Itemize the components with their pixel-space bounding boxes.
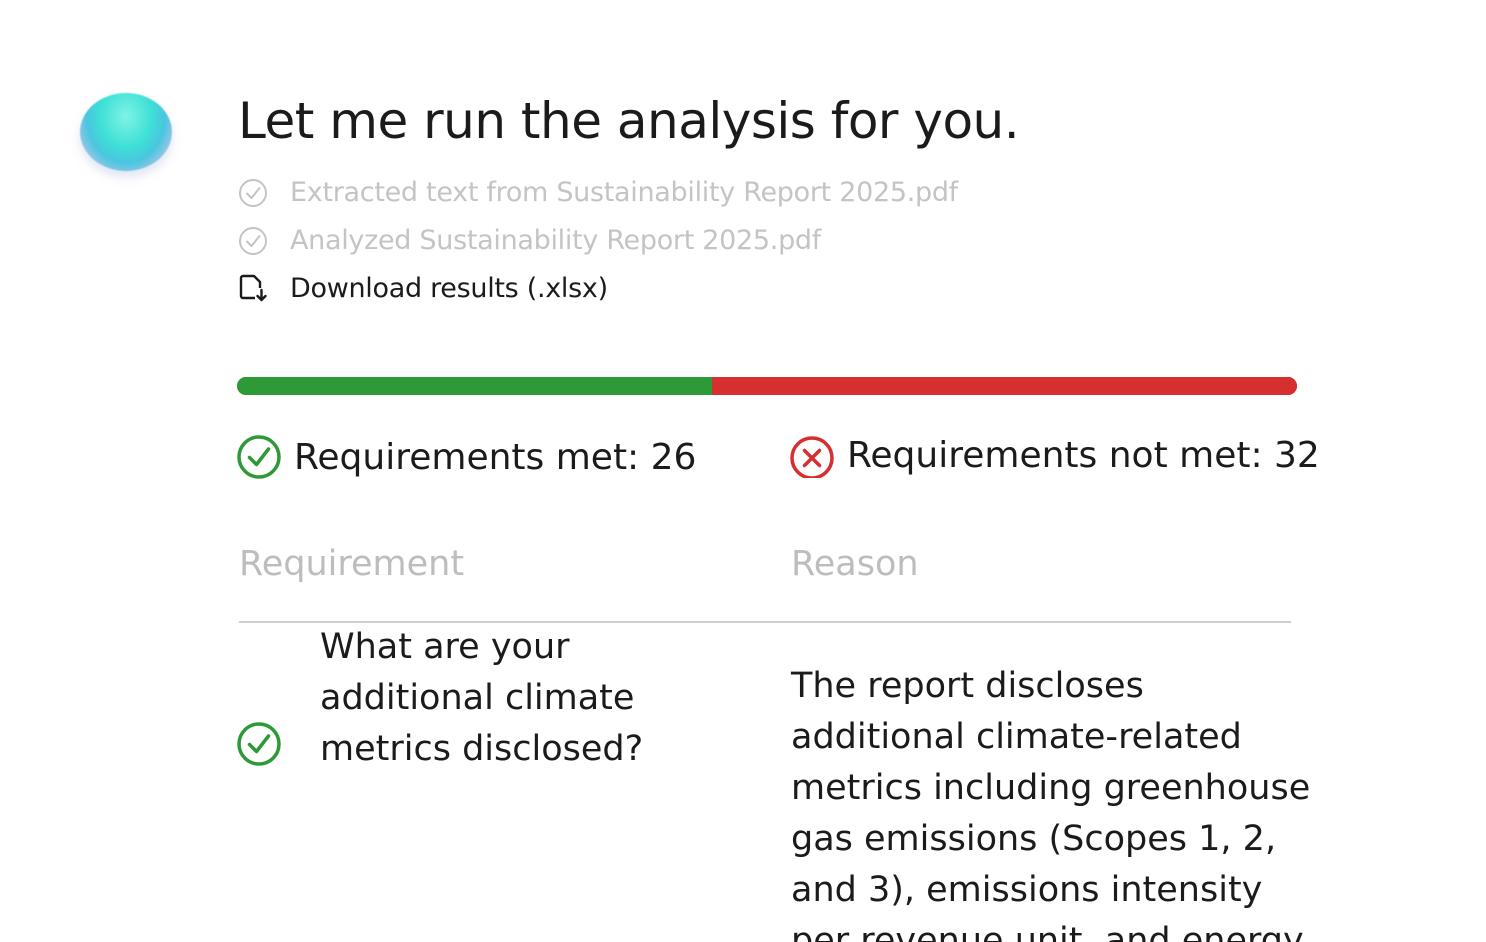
message-title: Let me run the analysis for you. bbox=[238, 92, 1020, 150]
x-circle-icon bbox=[790, 436, 834, 478]
file-download-icon bbox=[239, 274, 267, 302]
check-circle-icon bbox=[239, 227, 267, 255]
requirements-met-stat: Requirements met: 26 bbox=[236, 434, 696, 480]
check-circle-icon bbox=[237, 435, 281, 479]
requirements-not-met-label: Requirements not met: 32 bbox=[847, 434, 1320, 476]
progress-not-met-segment bbox=[712, 377, 1297, 395]
requirements-progress-bar bbox=[237, 377, 1297, 395]
requirement-cell: What are your additional climate metrics… bbox=[320, 627, 644, 769]
progress-met-segment bbox=[237, 377, 713, 395]
check-circle-icon bbox=[237, 722, 281, 766]
assistant-avatar bbox=[80, 93, 172, 171]
reason-cell: The report discloses additional climate-… bbox=[791, 666, 1311, 942]
step-label: Extracted text from Sustainability Repor… bbox=[290, 176, 958, 208]
chat-page: Let me run the analysis for you. Extract… bbox=[0, 0, 1486, 942]
requirements-met-label: Requirements met: 26 bbox=[294, 436, 697, 478]
requirements-not-met-stat: Requirements not met: 32 bbox=[789, 432, 1320, 478]
step-analyzed-report: Analyzed Sustainability Report 2025.pdf bbox=[238, 216, 958, 264]
column-header-reason: Reason bbox=[791, 544, 919, 584]
step-extracted-text: Extracted text from Sustainability Repor… bbox=[238, 168, 958, 216]
download-label[interactable]: Download results (.xlsx) bbox=[290, 273, 608, 304]
step-label: Analyzed Sustainability Report 2025.pdf bbox=[290, 224, 821, 256]
check-circle-icon bbox=[239, 179, 267, 207]
column-header-requirement: Requirement bbox=[239, 544, 465, 584]
download-results-link[interactable]: Download results (.xlsx) bbox=[238, 264, 958, 312]
analysis-steps: Extracted text from Sustainability Repor… bbox=[238, 168, 958, 312]
